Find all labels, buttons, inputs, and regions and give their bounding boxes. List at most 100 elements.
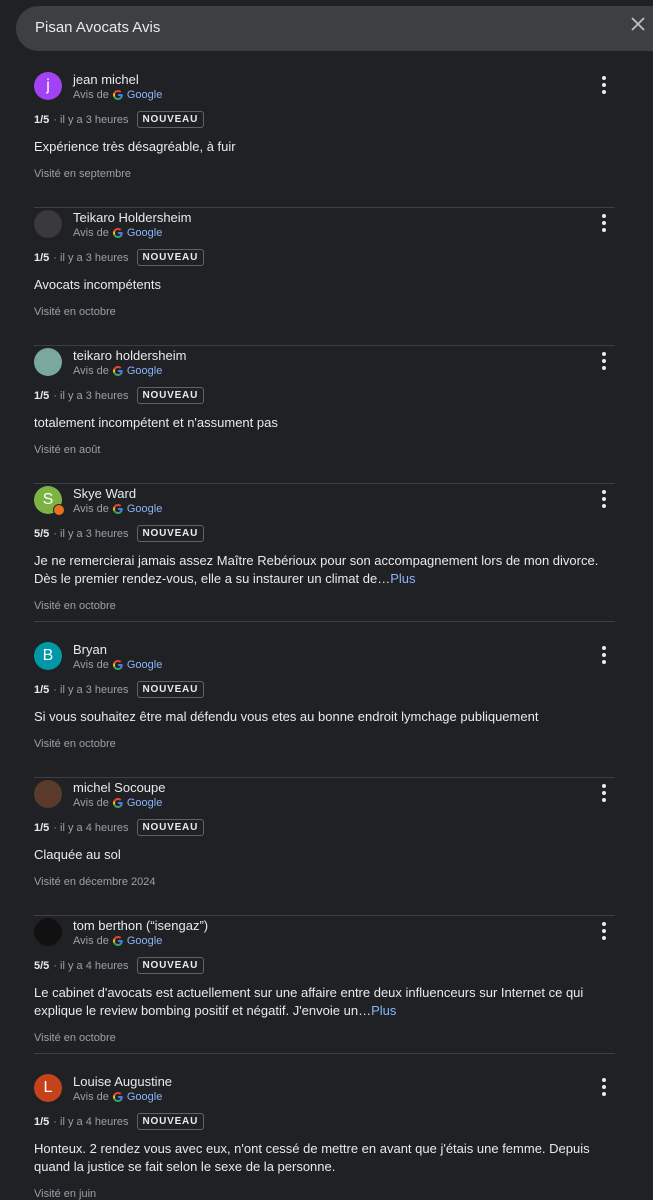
review-menu-button[interactable]	[594, 643, 614, 667]
more-vert-icon	[602, 1078, 606, 1082]
google-icon	[112, 1092, 123, 1102]
reviewer-name[interactable]: michel Socoupe	[73, 780, 166, 795]
review-meta: 1/5 · il y a 3 heures NOUVEAU	[34, 387, 205, 404]
more-vert-icon-dot	[602, 1092, 606, 1096]
avatar[interactable]: j	[34, 72, 62, 100]
page-title: Pisan Avocats Avis	[35, 19, 161, 36]
source-name: Google	[126, 503, 163, 515]
google-icon	[112, 798, 123, 808]
google-icon	[112, 90, 123, 100]
more-vert-icon-dot	[602, 1085, 606, 1089]
avatar[interactable]	[34, 348, 62, 376]
review-menu-button[interactable]	[594, 349, 614, 373]
visit-date: Visité en octobre	[34, 600, 116, 612]
google-icon	[112, 936, 123, 946]
source-prefix: Avis de	[73, 935, 109, 947]
review-menu-button[interactable]	[594, 211, 614, 235]
more-link[interactable]: Plus	[390, 571, 415, 586]
source-prefix: Avis de	[73, 659, 109, 671]
new-badge: NOUVEAU	[136, 387, 205, 404]
review-time: · il y a 4 heures	[53, 1115, 129, 1128]
more-vert-icon	[602, 784, 606, 788]
review-meta: 1/5 · il y a 4 heures NOUVEAU	[34, 1113, 205, 1130]
review-source: Avis de Google	[73, 797, 162, 809]
review-time: · il y a 4 heures	[53, 821, 129, 834]
rating: 1/5	[34, 251, 50, 264]
reviewer-name[interactable]: jean michel	[73, 72, 139, 87]
reviewer-name[interactable]: tom berthon (“isengaz”)	[73, 918, 208, 933]
review-menu-button[interactable]	[594, 1075, 614, 1099]
source-prefix: Avis de	[73, 503, 109, 515]
review-item: L Louise Augustine Avis de Google 1/5 · …	[34, 1072, 615, 1200]
source-prefix: Avis de	[73, 89, 109, 101]
review-menu-button[interactable]	[594, 73, 614, 97]
more-vert-icon-dot	[602, 221, 606, 225]
reviewer-name[interactable]: Louise Augustine	[73, 1074, 172, 1089]
source-name: Google	[126, 1091, 163, 1103]
google-icon	[112, 660, 123, 670]
review-meta: 1/5 · il y a 4 heures NOUVEAU	[34, 819, 205, 836]
reviewer-name[interactable]: Teikaro Holdersheim	[73, 210, 192, 225]
avatar-initial: S	[42, 491, 54, 508]
avatar[interactable]: L	[34, 1074, 62, 1102]
avatar[interactable]: B	[34, 642, 62, 670]
review-time: · il y a 3 heures	[53, 113, 129, 126]
rating: 1/5	[34, 113, 50, 126]
new-badge: NOUVEAU	[136, 525, 205, 542]
review-text: Le cabinet d'avocats est actuellement su…	[34, 984, 619, 1020]
review-text: Avocats incompétents	[34, 276, 619, 294]
reviewer-name[interactable]: teikaro holdersheim	[73, 348, 186, 363]
review-body: Honteux. 2 rendez vous avec eux, n'ont c…	[34, 1141, 590, 1174]
new-badge: NOUVEAU	[136, 957, 205, 974]
review-item: Teikaro Holdersheim Avis de Google 1/5 ·…	[34, 208, 615, 346]
more-vert-icon-dot	[602, 660, 606, 664]
new-badge: NOUVEAU	[136, 1113, 205, 1130]
review-body: Je ne remercierai jamais assez Maître Re…	[34, 553, 599, 586]
review-body: Claquée au sol	[34, 847, 121, 862]
local-guide-badge-icon	[53, 504, 65, 516]
review-item: tom berthon (“isengaz”) Avis de Google 5…	[34, 916, 615, 1054]
review-menu-button[interactable]	[594, 919, 614, 943]
review-body: totalement incompétent et n'assument pas	[34, 415, 278, 430]
google-icon	[112, 366, 123, 376]
review-item: B Bryan Avis de Google 1/5 · il y a 3 he…	[34, 640, 615, 778]
more-vert-icon	[602, 352, 606, 356]
source-prefix: Avis de	[73, 797, 109, 809]
review-meta: 1/5 · il y a 3 heures NOUVEAU	[34, 249, 205, 266]
review-meta: 1/5 · il y a 3 heures NOUVEAU	[34, 111, 205, 128]
search-header: Pisan Avocats Avis	[16, 6, 653, 51]
rating: 1/5	[34, 389, 50, 402]
more-link[interactable]: Plus	[371, 1003, 396, 1018]
review-source: Avis de Google	[73, 365, 162, 377]
review-item: teikaro holdersheim Avis de Google 1/5 ·…	[34, 346, 615, 484]
review-time: · il y a 3 heures	[53, 683, 129, 696]
more-vert-icon-dot	[602, 228, 606, 232]
avatar[interactable]	[34, 210, 62, 238]
review-menu-button[interactable]	[594, 487, 614, 511]
review-text: Honteux. 2 rendez vous avec eux, n'ont c…	[34, 1140, 619, 1176]
rating: 5/5	[34, 527, 50, 540]
reviewer-name[interactable]: Bryan	[73, 642, 107, 657]
source-name: Google	[126, 659, 163, 671]
review-meta: 5/5 · il y a 4 heures NOUVEAU	[34, 957, 205, 974]
close-button[interactable]	[630, 16, 653, 40]
reviewer-name[interactable]: Skye Ward	[73, 486, 136, 501]
source-name: Google	[126, 935, 163, 947]
review-text: Si vous souhaitez être mal défendu vous …	[34, 708, 619, 726]
more-vert-icon-dot	[602, 504, 606, 508]
visit-date: Visité en octobre	[34, 738, 116, 750]
google-icon	[112, 504, 123, 514]
review-item: michel Socoupe Avis de Google 1/5 · il y…	[34, 778, 615, 916]
review-menu-button[interactable]	[594, 781, 614, 805]
review-time: · il y a 3 heures	[53, 389, 129, 402]
avatar[interactable]	[34, 780, 62, 808]
avatar[interactable]: S	[34, 486, 65, 516]
more-vert-icon-dot	[602, 366, 606, 370]
more-vert-icon	[602, 76, 606, 80]
new-badge: NOUVEAU	[136, 111, 205, 128]
new-badge: NOUVEAU	[136, 819, 205, 836]
avatar[interactable]	[34, 918, 62, 946]
more-vert-icon	[602, 490, 606, 494]
source-name: Google	[126, 797, 163, 809]
review-source: Avis de Google	[73, 89, 162, 101]
